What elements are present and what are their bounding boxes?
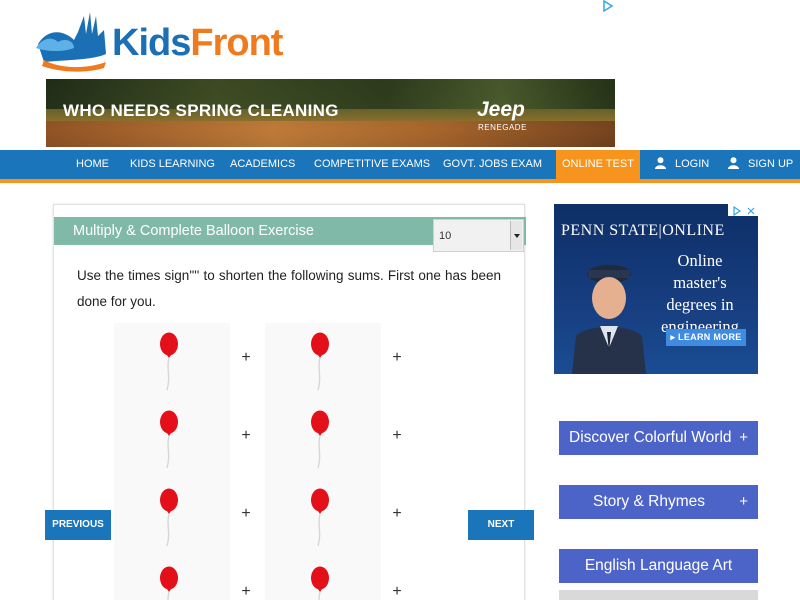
plus-sign: + (241, 583, 251, 600)
exercise-card: Multiply & Complete Balloon Exercise 10 … (53, 204, 526, 600)
exercise-title: Multiply & Complete Balloon Exercise (73, 223, 314, 239)
nav-login[interactable]: LOGIN (655, 150, 709, 179)
logo-front-text: Front (190, 22, 283, 64)
nav-accent-line (0, 179, 800, 183)
nav-competitive-exams[interactable]: COMPETITIVE EXAMS (314, 150, 430, 179)
select-value: 10 (439, 230, 452, 242)
plus-icon: + (739, 493, 748, 510)
plus-sign: + (392, 505, 402, 522)
plus-sign: + (392, 583, 402, 600)
banner-headline: WHO NEEDS SPRING CLEANING (63, 101, 339, 120)
balloon-icon (309, 566, 331, 600)
balloon-icon (158, 332, 180, 392)
ad-choices-icon[interactable] (728, 204, 758, 217)
plus-sign: + (241, 349, 251, 366)
nav-kids-learning[interactable]: KIDS LEARNING (130, 150, 215, 179)
question-count-select[interactable]: 10 (433, 219, 524, 252)
login-label: LOGIN (675, 158, 710, 170)
sidebar-next-item[interactable] (559, 590, 758, 600)
page: KidsFront WHO NEEDS SPRING CLEANING Jeep… (0, 0, 800, 600)
nav-govt-jobs-exam[interactable]: GOVT. JOBS EXAM (443, 150, 542, 179)
balloon-icon (158, 410, 180, 470)
plus-sign: + (392, 427, 402, 444)
balloon-icon (309, 410, 331, 470)
ad-choices-icon[interactable] (601, 0, 615, 12)
signup-label: SIGN UP (748, 158, 794, 170)
nav-signup[interactable]: SIGN UP (728, 150, 793, 179)
exercise-header: Multiply & Complete Balloon Exercise 10 (54, 217, 526, 252)
plus-sign: + (241, 505, 251, 522)
main-nav: HOME KIDS LEARNING ACADEMICS COMPETITIVE… (0, 150, 800, 179)
kidsfront-logo[interactable]: KidsFront (34, 8, 314, 76)
nav-home[interactable]: HOME (76, 150, 109, 179)
sidebar-button-label: Discover Colorful World (569, 429, 732, 446)
sidebar-button-label: English Language Art (584, 557, 733, 574)
sidebar-button-label: Story & Rhymes (593, 493, 705, 510)
ad-close-icon (733, 205, 755, 217)
side-ad-text: Online master's degrees in engineering (661, 251, 739, 336)
learn-more-button[interactable]: ▸ LEARN MORE (666, 329, 746, 346)
plus-sign: + (241, 427, 251, 444)
nav-online-test[interactable]: ONLINE TEST (556, 150, 640, 179)
top-banner-ad[interactable]: WHO NEEDS SPRING CLEANING Jeep RENEGADE (46, 79, 615, 147)
logo-kids-text: Kids (112, 22, 191, 64)
chevron-down-icon[interactable] (510, 221, 522, 250)
plus-sign: + (392, 349, 402, 366)
balloon-icon (309, 332, 331, 392)
user-icon (655, 157, 666, 170)
logo-mark-icon (36, 12, 106, 72)
side-ad-title: PENN STATE|ONLINE (561, 222, 725, 239)
plus-icon: + (739, 429, 748, 446)
nav-academics[interactable]: ACADEMICS (230, 150, 295, 179)
story-rhymes-button[interactable]: Story & Rhymes + (559, 485, 758, 519)
exercise-instructions: Use the times sign'"' to shorten the fol… (77, 268, 501, 309)
banner-brand: Jeep (477, 98, 525, 121)
english-language-art-button[interactable]: English Language Art (559, 549, 758, 583)
balloon-icon (309, 488, 331, 548)
previous-button[interactable]: PREVIOUS (45, 510, 111, 540)
banner-ground (46, 121, 615, 147)
next-button[interactable]: NEXT (468, 510, 534, 540)
logo-text: KidsFront (112, 22, 283, 65)
user-icon (728, 157, 739, 170)
side-banner-ad[interactable]: PENN STATE|ONLINE Online master's degree… (554, 204, 758, 374)
airman-photo (572, 265, 646, 374)
banner-model: RENEGADE (478, 123, 527, 132)
balloon-icon (158, 488, 180, 548)
balloon-icon (158, 566, 180, 600)
discover-colorful-world-button[interactable]: Discover Colorful World + (559, 421, 758, 455)
